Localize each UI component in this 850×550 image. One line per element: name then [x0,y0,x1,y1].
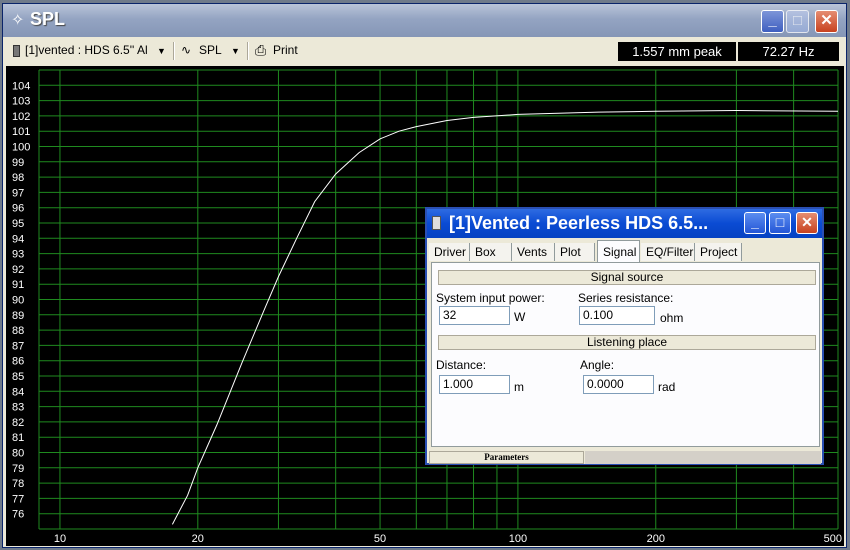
distance-unit: m [514,380,524,394]
y-tick-label: 98 [12,172,24,184]
y-tick-label: 88 [12,325,24,337]
y-tick-label: 91 [12,279,24,291]
view-dropdown-icon[interactable]: ▼ [231,46,240,56]
print-button[interactable]: Print [273,43,298,57]
x-tick-label: 20 [192,533,204,545]
y-tick-label: 80 [12,448,24,460]
dialog-title: [1]Vented : Peerless HDS 6.5... [449,213,709,233]
crosshair-icon: ✧ [11,12,25,29]
y-tick-label: 100 [12,142,30,154]
y-tick-label: 102 [12,111,30,123]
minimize-button[interactable]: _ [761,10,784,33]
power-unit: W [514,310,526,324]
dialog-maximize-button[interactable]: □ [769,212,791,234]
angle-label: Angle: [580,358,615,372]
x-tick-label: 50 [374,533,386,545]
maximize-button[interactable]: □ [786,10,809,33]
listening-place-header: Listening place [438,335,816,350]
signal-panel: Signal source System input power: 32 W S… [431,262,820,447]
dialog-status-bar: Parameters [429,451,821,464]
y-tick-label: 101 [12,126,30,138]
x-tick-label: 100 [509,533,527,545]
y-tick-label: 83 [12,402,24,414]
dialog-minimize-button[interactable]: _ [744,212,766,234]
window-title: SPL [30,9,66,29]
dialog-tabs: Driver Box Vents Plot Signal EQ/Filter P… [429,240,821,262]
distance-label: Distance: [436,358,487,372]
title-bar[interactable]: ✧ SPL _ □ ✕ [3,4,846,37]
toolbar: [1]vented : HDS 6.5'' Al ▼ ∿ SPL ▼ ⎙ Pri… [3,39,846,63]
y-tick-label: 96 [12,203,24,215]
close-button[interactable]: ✕ [815,10,838,33]
resistance-label: Series resistance: [578,291,674,305]
y-tick-label: 81 [12,432,24,444]
vented-dialog: [1]Vented : Peerless HDS 6.5... _ □ ✕ Dr… [425,207,824,465]
resistance-input[interactable]: 0.100 [579,306,655,325]
y-tick-label: 93 [12,249,24,261]
y-tick-label: 85 [12,371,24,383]
signal-source-header: Signal source [438,270,816,285]
y-tick-label: 76 [12,509,24,521]
y-tick-label: 90 [12,295,24,307]
tab-eq-filter[interactable]: EQ/Filter [641,243,695,261]
status-bar-rest [585,451,821,464]
y-tick-label: 78 [12,478,24,490]
document-icon [13,45,20,57]
y-tick-label: 103 [12,96,30,108]
printer-icon[interactable]: ⎙ [255,42,266,59]
y-tick-label: 92 [12,264,24,276]
y-tick-label: 94 [12,233,24,245]
y-tick-label: 86 [12,356,24,368]
tab-project[interactable]: Project [695,243,742,261]
view-selector[interactable]: SPL [199,43,222,57]
toolbar-separator [173,42,175,60]
y-tick-label: 99 [12,157,24,169]
tab-signal[interactable]: Signal [597,240,640,262]
parameters-button[interactable]: Parameters [429,451,584,464]
frequency-readout: 72.27 Hz [738,42,839,61]
power-input[interactable]: 32 [439,306,510,325]
excursion-readout: 1.557 mm peak [618,42,736,61]
angle-input[interactable]: 0.0000 [583,375,654,394]
tab-box[interactable]: Box [470,243,512,261]
project-selector[interactable]: [1]vented : HDS 6.5'' Al [25,43,148,57]
y-tick-label: 97 [12,187,24,199]
power-label: System input power: [436,291,545,305]
document-icon [432,216,441,230]
x-tick-label: 10 [54,533,66,545]
y-tick-label: 82 [12,417,24,429]
y-tick-label: 95 [12,218,24,230]
y-tick-label: 89 [12,310,24,322]
x-tick-label: 200 [647,533,665,545]
angle-unit: rad [658,380,676,394]
y-tick-label: 87 [12,340,24,352]
resistance-unit: ohm [660,311,684,325]
x-tick-label: 500 [824,533,842,545]
y-tick-label: 77 [12,493,24,505]
dialog-title-bar[interactable]: [1]Vented : Peerless HDS 6.5... _ □ ✕ [427,209,822,238]
tab-driver[interactable]: Driver [429,243,470,261]
y-tick-label: 84 [12,386,24,398]
tab-plot[interactable]: Plot [555,243,595,261]
tab-vents[interactable]: Vents [512,243,555,261]
toolbar-separator [247,42,249,60]
distance-input[interactable]: 1.000 [439,375,510,394]
y-tick-label: 79 [12,463,24,475]
dialog-close-button[interactable]: ✕ [796,212,818,234]
y-tick-label: 104 [12,80,30,92]
project-dropdown-icon[interactable]: ▼ [157,46,166,56]
spl-curve-icon: ∿ [181,43,192,57]
